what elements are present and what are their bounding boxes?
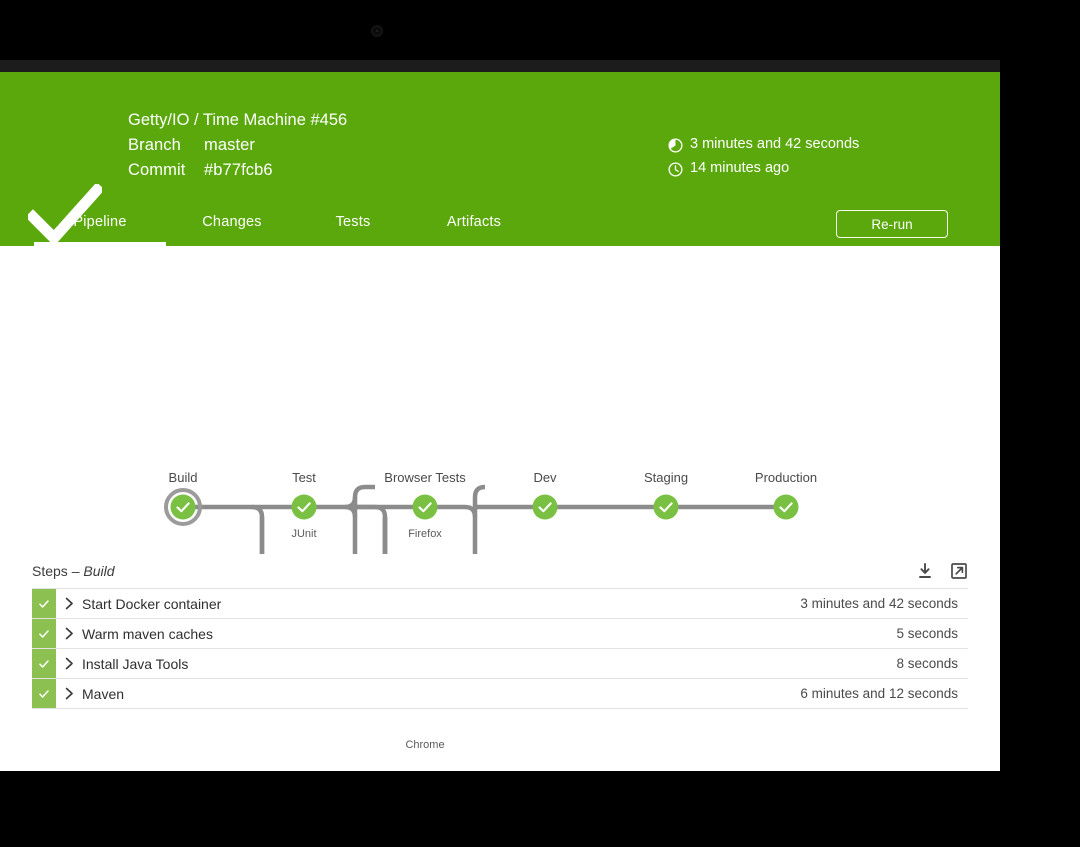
node-build[interactable] <box>170 494 196 520</box>
step-status-icon <box>32 679 56 708</box>
steps-section: Steps – Build Start Docker container 3 m… <box>0 554 1000 709</box>
branch-value: master <box>204 136 256 154</box>
table-row[interactable]: Install Java Tools 8 seconds <box>32 649 968 679</box>
tab-tests[interactable]: Tests <box>298 198 408 246</box>
tab-artifacts[interactable]: Artifacts <box>408 198 540 246</box>
device-bezel <box>0 0 1080 60</box>
job-label-chrome: Chrome <box>405 739 445 751</box>
chevron-right-icon[interactable] <box>56 679 82 708</box>
pipeline-graph: Build Test Browser Tests Dev Staging Pro… <box>0 246 1000 751</box>
step-name: Warm maven caches <box>82 625 213 642</box>
chevron-right-icon[interactable] <box>56 589 82 618</box>
steps-list: Start Docker container 3 minutes and 42 … <box>32 588 968 709</box>
window-titlebar <box>0 60 1000 72</box>
step-status-icon <box>32 619 56 648</box>
rerun-button-label: Re-run <box>871 216 913 232</box>
stage-label-test: Test <box>292 470 316 485</box>
commit-value: #b77fcb6 <box>204 161 273 179</box>
tab-tests-label: Tests <box>335 214 371 230</box>
stage-label-browser-tests: Browser Tests <box>384 470 466 485</box>
build-timing: 3 minutes and 42 seconds 14 minutes ago <box>668 132 859 180</box>
duration-icon <box>668 137 683 153</box>
camera-icon <box>371 25 383 37</box>
age-text: 14 minutes ago <box>690 160 790 176</box>
tab-pipeline[interactable]: Pipeline <box>34 198 166 246</box>
desktop-background: Getty/IO / Time Machine #456 Branch mast… <box>0 0 1080 847</box>
chevron-right-icon[interactable] <box>56 649 82 678</box>
application-window: Getty/IO / Time Machine #456 Branch mast… <box>0 60 1000 771</box>
stage-label-production: Production <box>754 470 818 485</box>
stage-label-staging: Staging <box>643 470 689 485</box>
node-test[interactable] <box>291 494 317 520</box>
job-label-junit: JUnit <box>291 528 317 540</box>
chevron-right-icon[interactable] <box>56 619 82 648</box>
branch-row: Branch master <box>128 133 347 158</box>
stage-nodes <box>170 494 799 520</box>
step-status-icon <box>32 649 56 678</box>
table-row[interactable]: Maven 6 minutes and 12 seconds <box>32 679 968 709</box>
clock-icon <box>668 161 683 177</box>
step-duration: 8 seconds <box>896 656 958 671</box>
steps-actions <box>916 562 968 580</box>
external-link-icon[interactable] <box>950 562 968 580</box>
node-production[interactable] <box>773 494 799 520</box>
tab-artifacts-label: Artifacts <box>446 214 502 230</box>
table-row[interactable]: Warm maven caches 5 seconds <box>32 619 968 649</box>
tab-changes[interactable]: Changes <box>166 198 298 246</box>
build-meta: Getty/IO / Time Machine #456 Branch mast… <box>128 108 347 183</box>
tab-changes-label: Changes <box>202 214 262 230</box>
download-icon[interactable] <box>916 562 934 580</box>
step-status-icon <box>32 589 56 618</box>
tab-pipeline-label: Pipeline <box>73 214 127 230</box>
stage-label-dev: Dev <box>533 470 557 485</box>
node-staging[interactable] <box>653 494 679 520</box>
steps-title-target: Build <box>83 563 115 579</box>
commit-row: Commit #b77fcb6 <box>128 158 347 183</box>
step-duration: 6 minutes and 12 seconds <box>800 686 958 701</box>
node-dev[interactable] <box>532 494 558 520</box>
tab-bar: Pipeline Changes Tests Artifacts Re-run <box>0 198 1000 246</box>
step-duration: 3 minutes and 42 seconds <box>800 596 958 611</box>
pipeline-nodes <box>164 488 799 526</box>
project-title: Getty/IO / Time Machine #456 <box>128 111 348 129</box>
step-name: Maven <box>82 685 125 702</box>
stage-label-build: Build <box>168 470 198 485</box>
node-browser-tests[interactable] <box>412 494 438 520</box>
commit-label: Commit <box>128 161 186 179</box>
steps-title-prefix: Steps – <box>32 563 84 579</box>
branch-label: Branch <box>128 136 181 154</box>
duration-text: 3 minutes and 42 seconds <box>690 136 860 152</box>
steps-header: Steps – Build <box>32 554 968 588</box>
job-label-firefox: Firefox <box>408 528 442 540</box>
step-duration: 5 seconds <box>896 626 958 641</box>
rerun-button[interactable]: Re-run <box>836 210 948 238</box>
build-header: Getty/IO / Time Machine #456 Branch mast… <box>0 72 1000 246</box>
steps-title: Steps – Build <box>32 563 115 579</box>
step-name: Start Docker container <box>82 595 222 612</box>
step-name: Install Java Tools <box>82 655 189 672</box>
table-row[interactable]: Start Docker container 3 minutes and 42 … <box>32 589 968 619</box>
age-row: 14 minutes ago <box>668 156 859 180</box>
duration-row: 3 minutes and 42 seconds <box>668 132 859 156</box>
